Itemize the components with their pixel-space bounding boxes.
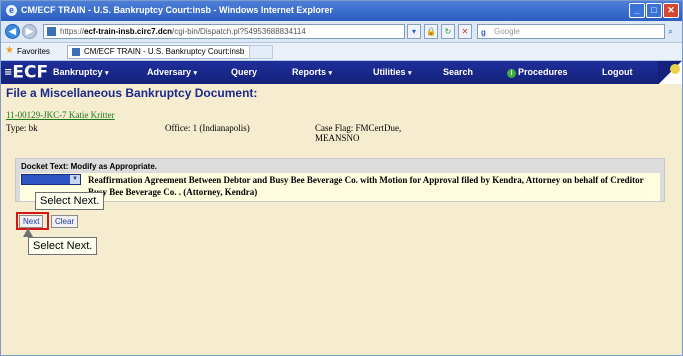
forward-button[interactable]: ▶	[22, 24, 37, 39]
menu-reports-label: Reports	[292, 67, 327, 77]
docket-text-label: Docket Text: Modify as Appropriate.	[21, 162, 158, 171]
tab-favicon-icon	[72, 48, 80, 56]
instruction-callout: Select Next.	[28, 237, 98, 255]
tab-title: CM/ECF TRAIN - U.S. Bankruptcy Court:ins…	[84, 47, 245, 56]
docket-text-panel: Docket Text: Modify as Appropriate. ▼ Re…	[15, 158, 665, 202]
lock-icon[interactable]: 🔒	[424, 24, 438, 39]
menu-query[interactable]: Query	[231, 67, 257, 77]
menu-query-label: Query	[231, 67, 258, 77]
ecf-logo-text: ECF	[12, 62, 49, 83]
case-flag: Case Flag: FMCertDue, MEANSNO	[315, 123, 401, 143]
google-icon: g	[481, 28, 486, 37]
menu-reports[interactable]: Reports ▾	[292, 67, 332, 77]
ecf-logo[interactable]: ≡ECF	[4, 62, 48, 84]
info-icon: i	[507, 69, 516, 78]
clear-button[interactable]: Clear	[51, 215, 79, 228]
menu-bankruptcy[interactable]: Bankruptcy ▾	[53, 67, 109, 77]
back-button[interactable]: ◀	[5, 24, 20, 39]
close-button[interactable]: ✕	[663, 3, 679, 18]
case-flag-line2: MEANSNO	[315, 133, 360, 143]
menu-search[interactable]: Search	[443, 67, 473, 77]
instruction-callout: Select Next.	[35, 192, 105, 210]
url-domain: ecf-train-insb.circ7.dcn	[84, 27, 173, 36]
docket-text-content: Reaffirmation Agreement Between Debtor a…	[88, 175, 644, 197]
url-prefix: https://	[60, 27, 85, 36]
title-bar: e CM/ECF TRAIN - U.S. Bankruptcy Court:i…	[1, 1, 682, 21]
url-path: /cgi-bin/Dispatch.pl?54953688834114	[172, 27, 306, 36]
menu-procedures[interactable]: i Procedures	[507, 67, 568, 78]
case-type: Type: bk	[6, 123, 38, 133]
menu-procedures-label: Procedures	[518, 67, 568, 77]
menu-adversary-label: Adversary	[147, 67, 192, 77]
menu-utilities-label: Utilities	[373, 67, 406, 77]
new-tab-button[interactable]	[249, 45, 273, 59]
ecf-corner-graphic	[658, 61, 682, 84]
star-icon[interactable]: ★	[5, 46, 14, 56]
search-placeholder: Google	[494, 27, 520, 36]
menu-logout-label: Logout	[602, 67, 633, 77]
case-flag-line1: Case Flag: FMCertDue,	[315, 123, 402, 133]
dropdown-icon[interactable]: ▾	[407, 24, 421, 39]
refresh-icon[interactable]: ↻	[441, 24, 455, 39]
docket-prefix-select[interactable]: ▼	[21, 174, 81, 185]
browser-tab[interactable]: CM/ECF TRAIN - U.S. Bankruptcy Court:ins…	[67, 45, 252, 59]
page-title: File a Miscellaneous Bankruptcy Document…	[6, 86, 258, 100]
case-number-link[interactable]: 11-00129-JKC-7 Katie Kritter	[6, 110, 115, 120]
window-controls: _ □ ✕	[629, 3, 679, 18]
search-icon[interactable]: ⌕	[668, 24, 680, 39]
maximize-button[interactable]: □	[646, 3, 662, 18]
favorites-label[interactable]: Favorites	[17, 47, 50, 56]
site-favicon-icon	[47, 27, 56, 36]
address-actions: ▾ 🔒 ↻ ✕	[407, 24, 472, 39]
address-input[interactable]: https://ecf-train-insb.circ7.dcn/cgi-bin…	[43, 24, 405, 39]
minimize-button[interactable]: _	[629, 3, 645, 18]
menu-utilities[interactable]: Utilities ▾	[373, 67, 412, 77]
menu-bankruptcy-label: Bankruptcy	[53, 67, 103, 77]
chevron-down-icon: ▾	[105, 70, 109, 77]
ball-icon	[670, 64, 680, 74]
search-input[interactable]: g Google	[477, 24, 665, 39]
window-title: CM/ECF TRAIN - U.S. Bankruptcy Court:ins…	[21, 5, 333, 15]
ie-logo-icon: e	[6, 5, 17, 16]
stop-icon[interactable]: ✕	[458, 24, 472, 39]
callout-pointer	[23, 228, 33, 237]
chevron-down-icon: ▾	[193, 70, 198, 77]
ecf-menu-bar: ≡ECF Bankruptcy ▾ Adversary ▾ Query Repo…	[1, 61, 682, 84]
docket-text-body: ▼ Reaffirmation Agreement Between Debtor…	[20, 173, 660, 201]
menu-logout[interactable]: Logout	[602, 67, 633, 77]
chevron-down-icon: ▼	[70, 175, 80, 184]
menu-adversary[interactable]: Adversary ▾	[147, 67, 197, 77]
favorites-bar: ★ Favorites CM/ECF TRAIN - U.S. Bankrupt…	[1, 43, 682, 61]
browser-window: e CM/ECF TRAIN - U.S. Bankruptcy Court:i…	[0, 0, 683, 356]
address-toolbar: ◀ ▶ https://ecf-train-insb.circ7.dcn/cgi…	[1, 21, 682, 43]
next-button[interactable]: Next	[19, 215, 44, 228]
menu-search-label: Search	[443, 67, 474, 77]
case-office: Office: 1 (Indianapolis)	[165, 123, 250, 133]
chevron-down-icon: ▾	[408, 70, 412, 77]
chevron-down-icon: ▾	[328, 70, 333, 77]
